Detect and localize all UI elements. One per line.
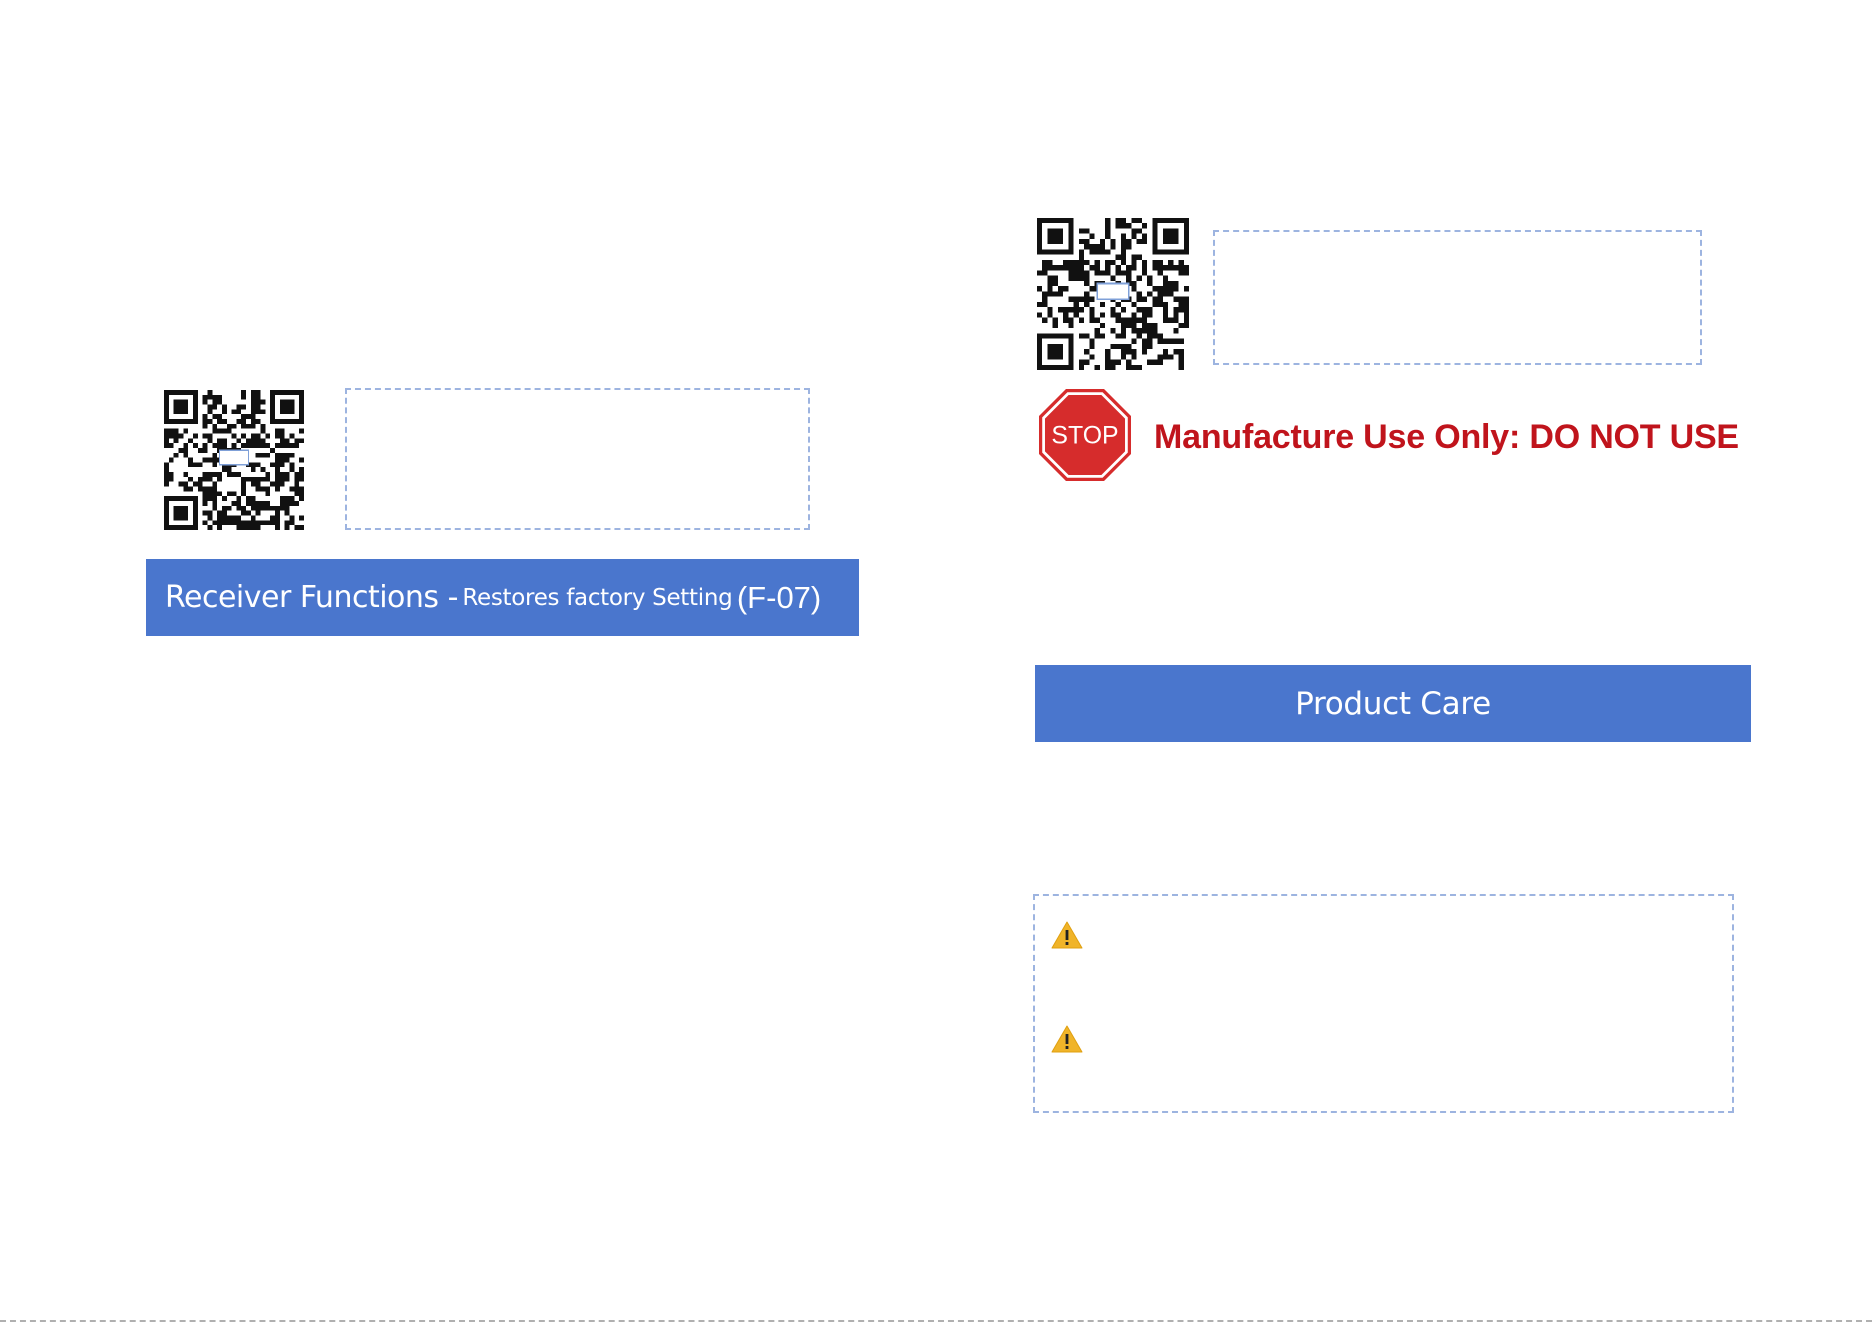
qr-description-box — [345, 388, 810, 530]
section-subtitle: Restores factory Setting — [462, 584, 733, 611]
caution-box — [1033, 894, 1734, 1113]
page-bottom-divider — [0, 1320, 1872, 1322]
section-title: Receiver Functions - — [165, 580, 458, 615]
receiver-functions-section-bar: Receiver Functions - Restores factory Se… — [146, 559, 859, 636]
product-care-section-bar: Product Care — [1035, 665, 1751, 742]
stop-label: STOP — [1051, 422, 1118, 449]
function-code: (F-07) — [736, 579, 822, 615]
stop-sign-icon: STOP — [1039, 389, 1131, 481]
qr-code-icon — [1037, 218, 1189, 370]
section-title: Product Care — [1295, 685, 1491, 722]
warning-triangle-icon — [1051, 921, 1083, 949]
warning-triangle-icon — [1051, 1025, 1083, 1053]
qr-code-icon — [164, 390, 304, 530]
manufacture-use-warning: Manufacture Use Only: DO NOT USE — [1154, 418, 1739, 456]
qr-description-box — [1213, 230, 1702, 365]
